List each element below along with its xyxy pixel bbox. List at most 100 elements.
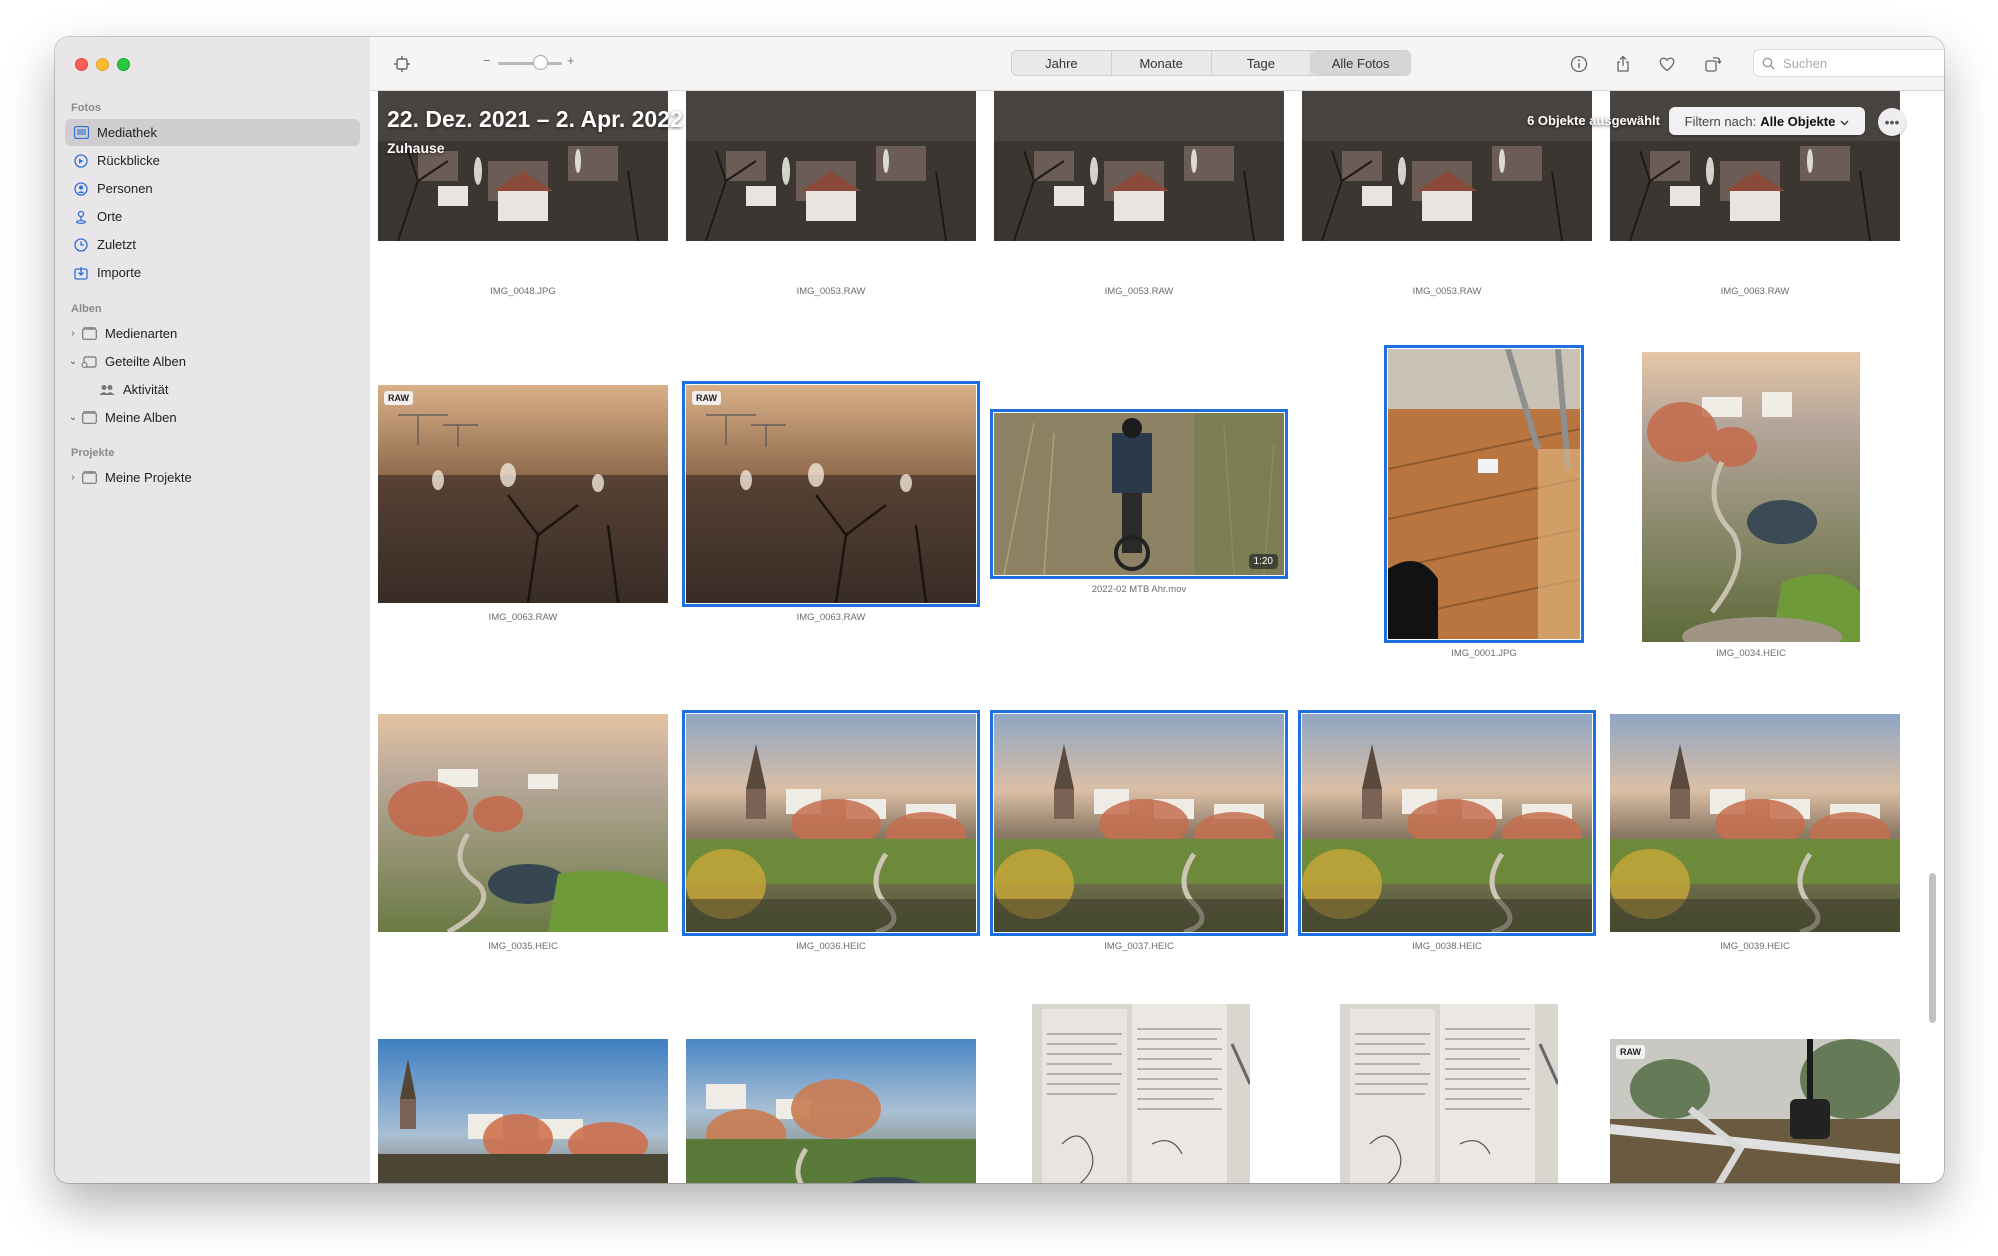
sidebar-item-label: Zuletzt [97, 237, 137, 252]
photo-filename: IMG_0048.JPG [490, 286, 556, 297]
photo-thumbnail[interactable] [1642, 352, 1860, 642]
section-header-fotos: Fotos [71, 102, 101, 114]
zoom-slider[interactable] [498, 62, 562, 65]
chevron-down-icon[interactable]: ⌄ [67, 412, 79, 423]
raw-badge: RAW [384, 391, 413, 405]
search-field[interactable] [1753, 49, 1944, 77]
folder-icon [81, 410, 97, 426]
map-pin-icon [73, 209, 89, 225]
scrollbar[interactable] [1929, 873, 1936, 1023]
info-icon[interactable] [1569, 54, 1589, 74]
sidebar-item-label: Orte [97, 209, 123, 224]
sidebar-item-label: Medienarten [105, 326, 178, 341]
sidebar-item-aktivitaet[interactable]: Aktivität [65, 376, 360, 403]
sidebar-item-geteilte-alben[interactable]: ⌄ Geteilte Alben [65, 348, 360, 375]
photo-thumbnail[interactable] [1610, 714, 1900, 932]
photo-filename: IMG_0036.HEIC [796, 941, 866, 952]
zoom-out-label[interactable]: − [483, 53, 491, 68]
rotate-aspect-icon[interactable] [392, 54, 412, 74]
photo-filename: IMG_0063.RAW [796, 612, 866, 623]
shared-albums-icon [81, 354, 97, 370]
sidebar-item-personen[interactable]: Personen [65, 175, 360, 202]
sidebar-item-importe[interactable]: Importe [65, 259, 360, 286]
location-subtitle: Zuhause [387, 140, 445, 156]
chevron-down-icon [1840, 114, 1849, 129]
people-icon [99, 382, 115, 398]
sidebar-item-meine-projekte[interactable]: › Meine Projekte [65, 464, 360, 491]
chevron-down-icon[interactable]: ⌄ [67, 356, 79, 367]
photo-thumbnail[interactable]: RAW [378, 385, 668, 603]
photo-filename: IMG_0035.HEIC [488, 941, 558, 952]
selection-count: 6 Objekte ausgewählt [1527, 113, 1660, 128]
zoom-slider-knob[interactable] [533, 55, 548, 70]
close-window-button[interactable] [75, 58, 88, 71]
clock-icon [73, 237, 89, 253]
favorite-heart-icon[interactable] [1657, 54, 1677, 74]
photo-filename: IMG_0034.HEIC [1716, 648, 1786, 659]
sidebar-item-meine-alben[interactable]: ⌄ Meine Alben [65, 404, 360, 431]
photo-thumbnail[interactable]: 1:20 [990, 409, 1288, 579]
tab-jahre[interactable]: Jahre [1012, 51, 1112, 75]
folder-icon [81, 470, 97, 486]
more-options-button[interactable]: ••• [1878, 108, 1906, 136]
photo-filename: IMG_0037.HEIC [1104, 941, 1174, 952]
import-icon [73, 265, 89, 281]
photo-thumbnail[interactable] [1032, 1004, 1250, 1183]
filter-value: Alle Objekte [1760, 113, 1836, 129]
photo-thumbnail[interactable] [378, 714, 668, 932]
share-icon[interactable] [1613, 54, 1633, 74]
photo-filename: IMG_0001.JPG [1451, 648, 1517, 659]
photo-thumbnail[interactable] [994, 91, 1284, 241]
chevron-right-icon[interactable]: › [67, 328, 79, 339]
photo-thumbnail[interactable] [378, 1039, 668, 1183]
section-header-alben: Alben [71, 303, 102, 315]
section-header-projekte: Projekte [71, 447, 115, 459]
photo-thumbnail[interactable] [990, 710, 1288, 936]
person-icon [73, 181, 89, 197]
photos-window: Fotos Mediathek Rückblicke Personen Orte [55, 37, 1944, 1183]
sidebar-item-rueckblicke[interactable]: Rückblicke [65, 147, 360, 174]
sidebar-item-label: Importe [97, 265, 142, 280]
photo-filename: IMG_0053.RAW [1104, 286, 1174, 297]
photo-filename: IMG_0039.HEIC [1720, 941, 1790, 952]
sidebar-item-zuletzt[interactable]: Zuletzt [65, 231, 360, 258]
sidebar-item-label: Personen [97, 181, 153, 196]
tab-monate[interactable]: Monate [1112, 51, 1212, 75]
video-duration-badge: 1:20 [1248, 554, 1278, 569]
photo-thumbnail[interactable] [686, 91, 976, 241]
rotate-icon[interactable] [1703, 54, 1723, 74]
date-range-title: 22. Dez. 2021 – 2. Apr. 2022 [387, 106, 683, 132]
chevron-right-icon[interactable]: › [67, 472, 79, 483]
raw-badge: RAW [1616, 1045, 1645, 1059]
photo-filename: IMG_0063.RAW [488, 612, 558, 623]
search-input[interactable] [1781, 54, 1944, 72]
search-icon [1762, 57, 1775, 70]
photo-thumbnail[interactable]: RAW [682, 381, 980, 607]
sidebar-item-label: Rückblicke [97, 153, 160, 168]
photo-thumbnail[interactable] [682, 710, 980, 936]
photo-grid: IMG_0048.JPG IMG_0053.RAW IMG_0053.RAW I… [370, 91, 1944, 1183]
photo-thumbnail[interactable] [1298, 710, 1596, 936]
photo-filename: IMG_0038.HEIC [1412, 941, 1482, 952]
sidebar: Fotos Mediathek Rückblicke Personen Orte [55, 37, 371, 1183]
tab-alle-fotos[interactable]: Alle Fotos [1311, 51, 1410, 75]
sidebar-item-mediathek[interactable]: Mediathek [65, 119, 360, 146]
sidebar-item-label: Geteilte Alben [105, 354, 186, 369]
sidebar-item-medienarten[interactable]: › Medienarten [65, 320, 360, 347]
zoom-window-button[interactable] [117, 58, 130, 71]
sidebar-item-label: Meine Projekte [105, 470, 192, 485]
zoom-in-label[interactable]: + [567, 53, 575, 68]
photo-filename: IMG_0053.RAW [1412, 286, 1482, 297]
photo-thumbnail[interactable]: RAW [1610, 1039, 1900, 1183]
photo-thumbnail[interactable] [1384, 345, 1584, 643]
window-controls [75, 58, 130, 71]
sidebar-item-orte[interactable]: Orte [65, 203, 360, 230]
sidebar-item-label: Aktivität [123, 382, 169, 397]
tab-tage[interactable]: Tage [1212, 51, 1312, 75]
filter-label: Filtern nach: [1684, 113, 1757, 129]
photo-thumbnail[interactable] [686, 1039, 976, 1183]
filter-button[interactable]: Filtern nach: Alle Objekte [1669, 107, 1865, 135]
sidebar-item-label: Meine Alben [105, 410, 177, 425]
minimize-window-button[interactable] [96, 58, 109, 71]
photo-thumbnail[interactable] [1340, 1004, 1558, 1183]
